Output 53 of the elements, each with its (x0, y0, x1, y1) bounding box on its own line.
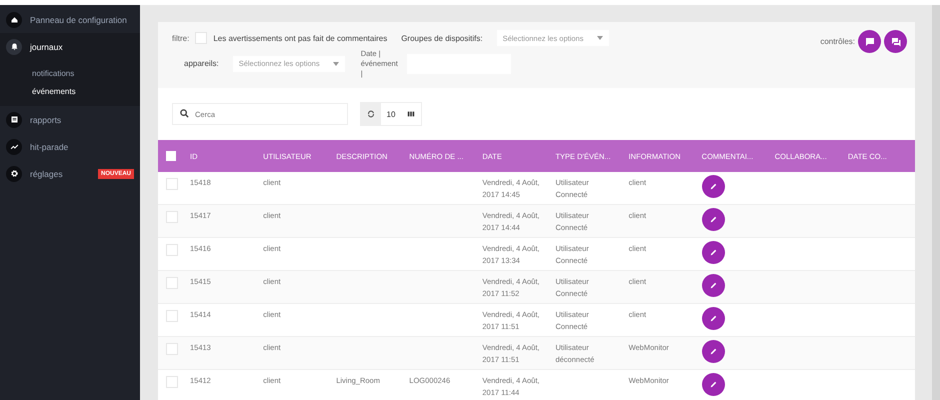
settings-icon (6, 166, 22, 182)
device-groups-label: Groupes de dispositifs: (401, 34, 483, 42)
controls-label: contrôles: (820, 37, 855, 46)
edit-button[interactable] (702, 175, 725, 198)
scrollbar[interactable] (932, 5, 940, 400)
pencil-icon (708, 281, 718, 290)
submenu-item[interactable]: notifications (32, 64, 140, 82)
row-checkbox[interactable] (166, 178, 178, 190)
bell-icon (6, 38, 22, 54)
list-icon (6, 112, 22, 128)
sidebar-label: hit-parade (30, 142, 68, 152)
submenu-item[interactable]: événements (32, 82, 140, 100)
row-checkbox[interactable] (166, 376, 178, 388)
select-all-checkbox[interactable] (166, 151, 176, 162)
sidebar-item[interactable]: Panneau de configuration (0, 6, 140, 33)
pencil-icon (708, 215, 718, 224)
sidebar-label: rapports (30, 114, 62, 124)
sidebar-label: Panneau de configuration (30, 14, 127, 24)
sidebar-label: réglages (30, 168, 63, 178)
filter-label: filtre: (172, 34, 190, 42)
pencil-icon (708, 347, 718, 356)
edit-button[interactable] (702, 241, 725, 264)
edit-button[interactable] (702, 373, 725, 396)
refresh-icon (367, 110, 375, 118)
sidebar-label: journaux (30, 42, 63, 52)
pencil-icon (708, 248, 718, 258)
pencil-icon (708, 380, 718, 390)
caret-icon (596, 36, 603, 40)
edit-button[interactable] (702, 208, 725, 232)
pencil-icon (708, 314, 718, 324)
row-checkbox[interactable] (166, 277, 178, 290)
edit-button[interactable] (702, 340, 725, 364)
devices-label: appareils: (184, 59, 219, 68)
caret-icon (332, 62, 339, 66)
row-checkbox[interactable] (166, 343, 178, 356)
comment-button[interactable] (858, 30, 881, 53)
checkbox[interactable] (195, 32, 208, 44)
comments-button[interactable] (884, 30, 907, 53)
sidebar-item[interactable]: hit-parade (0, 133, 140, 160)
row-checkbox[interactable] (166, 211, 178, 224)
home-icon (6, 12, 22, 28)
checkbox-label: Les avertissements ont pas fait de commentaires (213, 34, 388, 42)
comment-icon (864, 36, 874, 46)
row-checkbox[interactable] (166, 310, 178, 322)
edit-button[interactable] (702, 274, 725, 298)
comments-icon (890, 36, 900, 46)
sidebar-item[interactable]: rapports (0, 106, 140, 133)
edit-button[interactable] (702, 307, 725, 330)
pencil-icon (708, 182, 718, 192)
row-checkbox[interactable] (166, 244, 178, 256)
columns-icon (407, 110, 415, 118)
refresh-button[interactable] (361, 103, 381, 126)
sidebar-item[interactable]: journaux (0, 33, 140, 60)
